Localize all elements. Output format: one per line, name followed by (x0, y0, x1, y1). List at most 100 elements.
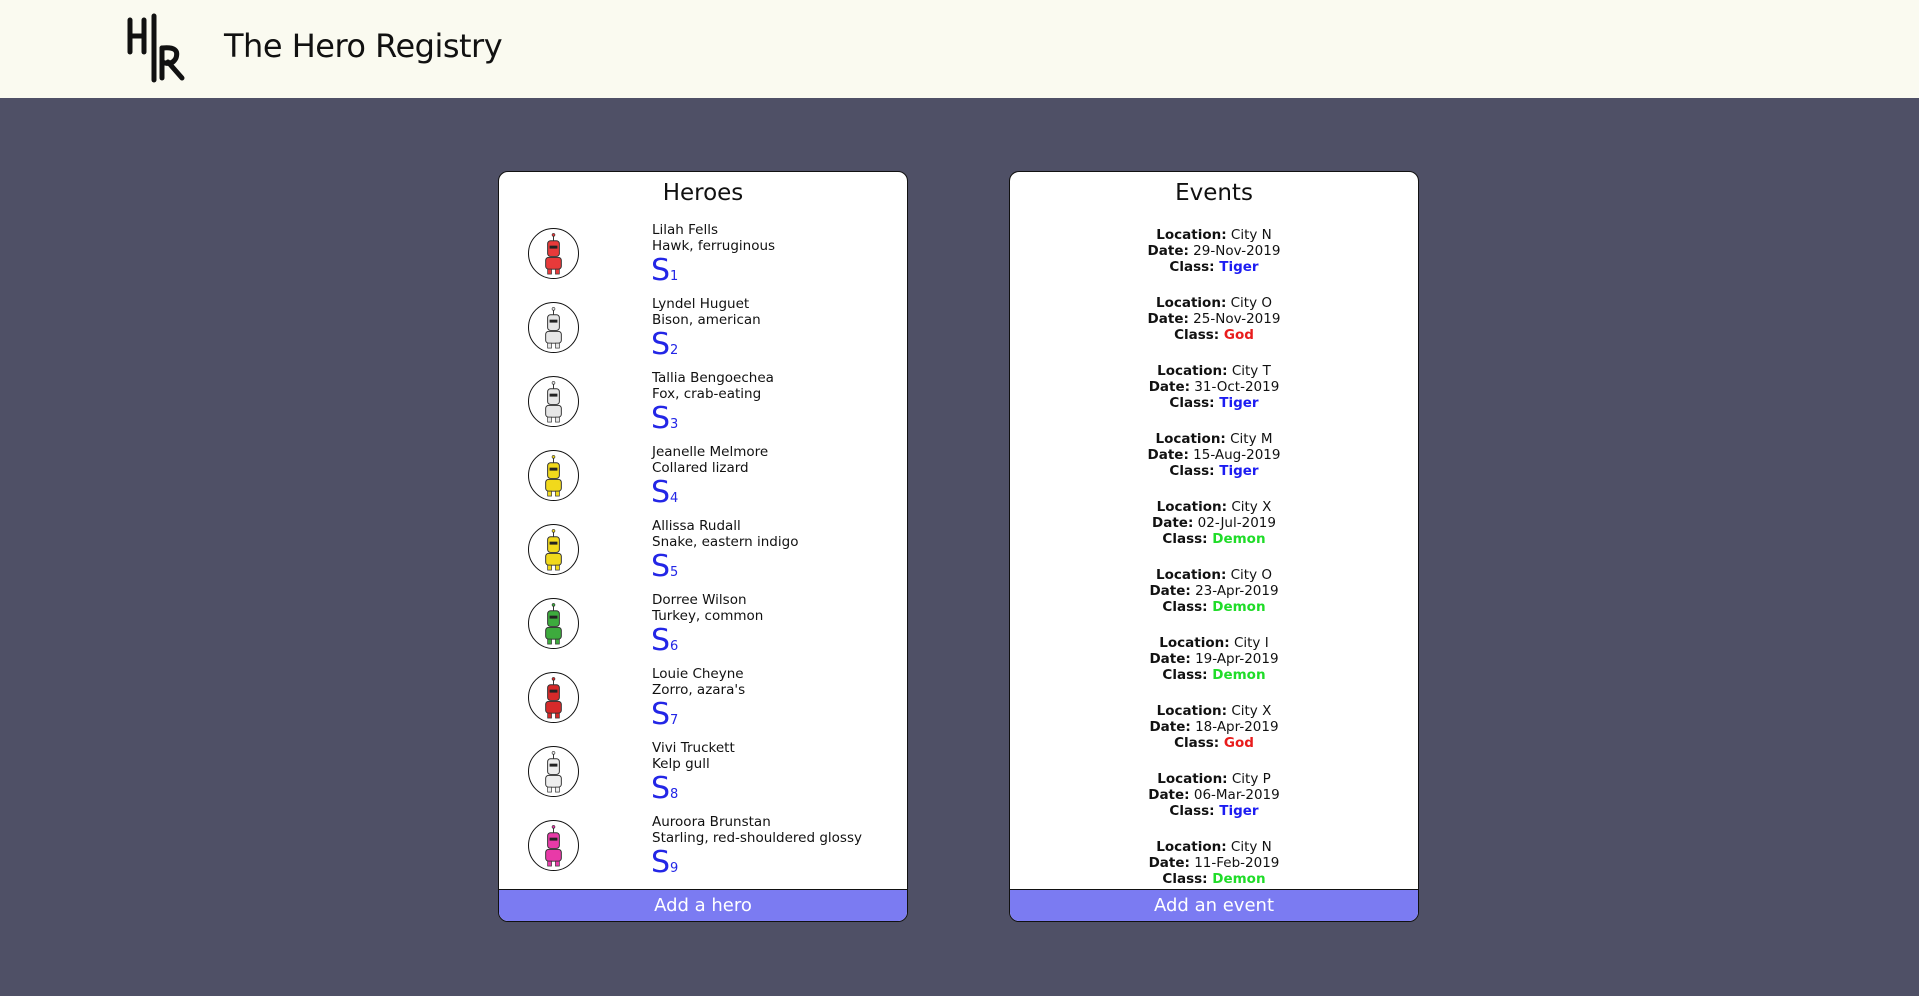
event-class: Class: Tiger (1010, 395, 1418, 411)
event-location-label: Location: (1159, 635, 1230, 651)
hero-list-item[interactable]: Louie Cheyne Zorro, azara's S7 (499, 666, 907, 740)
event-class-label: Class: (1174, 327, 1220, 343)
rank-letter: S (651, 549, 671, 584)
rank-number: 9 (670, 861, 679, 876)
hero-avatar[interactable] (528, 598, 579, 649)
hero-info: Vivi Truckett Kelp gull (652, 740, 735, 772)
rank-number: 5 (670, 565, 679, 580)
event-date-value: 15-Aug-2019 (1188, 447, 1281, 463)
hero-list-item[interactable]: Tallia Bengoechea Fox, crab-eating S3 (499, 370, 907, 444)
add-hero-button[interactable]: Add a hero (499, 889, 907, 921)
event-date-value: 23-Apr-2019 (1190, 583, 1279, 599)
hero-list-item[interactable]: Dorree Wilson Turkey, common S6 (499, 592, 907, 666)
event-date-value: 25-Nov-2019 (1188, 311, 1281, 327)
hero-avatar[interactable] (528, 820, 579, 871)
event-class-value: Tiger (1214, 803, 1259, 819)
rank-letter: S (651, 845, 671, 880)
hero-list-item[interactable]: Lilah Fells Hawk, ferruginous S1 (499, 222, 907, 296)
robot-white-icon (545, 307, 562, 349)
event-date-value: 06-Mar-2019 (1189, 787, 1280, 803)
event-class-label: Class: (1169, 259, 1215, 275)
event-location-label: Location: (1157, 771, 1228, 787)
event-list-item[interactable]: Location: City P Date: 06-Mar-2019 Class: … (1010, 771, 1418, 831)
event-date: Date: 23-Apr-2019 (1010, 583, 1418, 599)
robot-yellow-icon (545, 529, 562, 571)
event-location-label: Location: (1155, 567, 1227, 583)
events-list[interactable]: Location: City N Date: 29-Nov-2019 Class: … (1010, 222, 1418, 889)
event-list-item[interactable]: Location: City M Date: 15-Aug-2019 Class: … (1010, 431, 1418, 491)
event-date-label: Date: (1148, 787, 1190, 803)
rank-letter: S (651, 475, 671, 510)
event-list-item[interactable]: Location: City I Date: 19-Apr-2019 Class: … (1010, 635, 1418, 695)
rank-number: 1 (670, 269, 679, 284)
event-location: Location: City T (1010, 363, 1418, 379)
add-event-button[interactable]: Add an event (1010, 889, 1418, 921)
hero-list-item[interactable]: Vivi Truckett Kelp gull S8 (499, 740, 907, 814)
event-list-item[interactable]: Location: City O Date: 23-Apr-2019 Class: … (1010, 567, 1418, 627)
hero-info: Lilah Fells Hawk, ferruginous (652, 222, 775, 254)
rank-letter: S (651, 697, 671, 732)
hero-info: Lyndel Huguet Bison, american (652, 296, 761, 328)
event-class-value: Tiger (1214, 463, 1259, 479)
event-list-item[interactable]: Location: City N Date: 11-Feb-2019 Class: … (1010, 839, 1418, 889)
event-location-value: City N (1226, 839, 1272, 855)
event-location: Location: City N (1010, 839, 1418, 855)
hero-name: Dorree Wilson (652, 592, 747, 608)
hero-avatar[interactable] (528, 746, 579, 797)
event-location-value: City T (1227, 363, 1271, 379)
event-class-value: Demon (1207, 667, 1266, 683)
hero-list-item[interactable]: Auroora Brunstan Starling, red-shouldered… (499, 814, 907, 888)
event-date-label: Date: (1149, 583, 1191, 599)
hero-rank: S6 (651, 622, 678, 660)
event-date-label: Date: (1149, 651, 1191, 667)
event-list-item[interactable]: Location: City X Date: 18-Apr-2019 Class: … (1010, 703, 1418, 763)
event-location: Location: City O (1010, 295, 1418, 311)
event-date-label: Date: (1149, 719, 1191, 735)
event-list-item[interactable]: Location: City O Date: 25-Nov-2019 Class: … (1010, 295, 1418, 355)
hero-list-item[interactable]: Lyndel Huguet Bison, american S2 (499, 296, 907, 370)
event-class-value: God (1219, 327, 1254, 343)
event-class-value: Demon (1207, 599, 1266, 615)
events-title: Events (1175, 180, 1253, 206)
hero-info: Jeanelle Melmore Collared lizard (652, 444, 768, 476)
event-list-item[interactable]: Location: City T Date: 31-Oct-2019 Class: … (1010, 363, 1418, 423)
rank-letter: S (651, 623, 671, 658)
hero-info: Louie Cheyne Zorro, azara's (652, 666, 745, 698)
event-location: Location: City X (1010, 499, 1418, 515)
event-date: Date: 29-Nov-2019 (1010, 243, 1418, 259)
event-list-item[interactable]: Location: City X Date: 02-Jul-2019 Class: … (1010, 499, 1418, 559)
hero-avatar[interactable] (528, 450, 579, 501)
heroes-title: Heroes (662, 180, 744, 206)
hero-name: Vivi Truckett (652, 740, 735, 756)
hero-rank: S9 (651, 844, 678, 882)
event-class-value: Tiger (1214, 259, 1259, 275)
robot-pink-icon (545, 825, 562, 867)
event-class-value: God (1219, 735, 1254, 751)
hero-avatar[interactable] (528, 228, 579, 279)
hero-species: Starling, red-shouldered glossy (652, 830, 862, 846)
event-class: Class: God (1010, 327, 1418, 343)
hero-avatar[interactable] (528, 524, 579, 575)
event-date-value: 29-Nov-2019 (1188, 243, 1281, 259)
event-date: Date: 15-Aug-2019 (1010, 447, 1418, 463)
hero-avatar[interactable] (528, 376, 579, 427)
heroes-list[interactable]: Lilah Fells Hawk, ferruginous S1 Lyndel Hug… (499, 222, 907, 889)
event-date: Date: 02-Jul-2019 (1010, 515, 1418, 531)
hero-name: Jeanelle Melmore (652, 444, 769, 460)
event-date: Date: 19-Apr-2019 (1010, 651, 1418, 667)
event-date: Date: 18-Apr-2019 (1010, 719, 1418, 735)
app-header: The Hero Registry (0, 0, 1919, 98)
rank-number: 2 (670, 343, 679, 358)
hero-avatar[interactable] (528, 672, 579, 723)
hero-avatar[interactable] (528, 302, 579, 353)
rank-letter: S (651, 401, 671, 436)
hero-list-item[interactable]: Allissa Rudall Snake, eastern indigo S5 (499, 518, 907, 592)
event-class: Class: Demon (1010, 531, 1418, 547)
hero-info: Allissa Rudall Snake, eastern indigo (652, 518, 798, 550)
hero-list-item[interactable]: Jeanelle Melmore Collared lizard S4 (499, 444, 907, 518)
event-date-label: Date: (1148, 379, 1191, 395)
event-list-item[interactable]: Location: City N Date: 29-Nov-2019 Class: … (1010, 227, 1418, 287)
event-date-value: 11-Feb-2019 (1189, 855, 1280, 871)
logo-icon[interactable] (124, 12, 196, 84)
event-location-label: Location: (1156, 839, 1227, 855)
